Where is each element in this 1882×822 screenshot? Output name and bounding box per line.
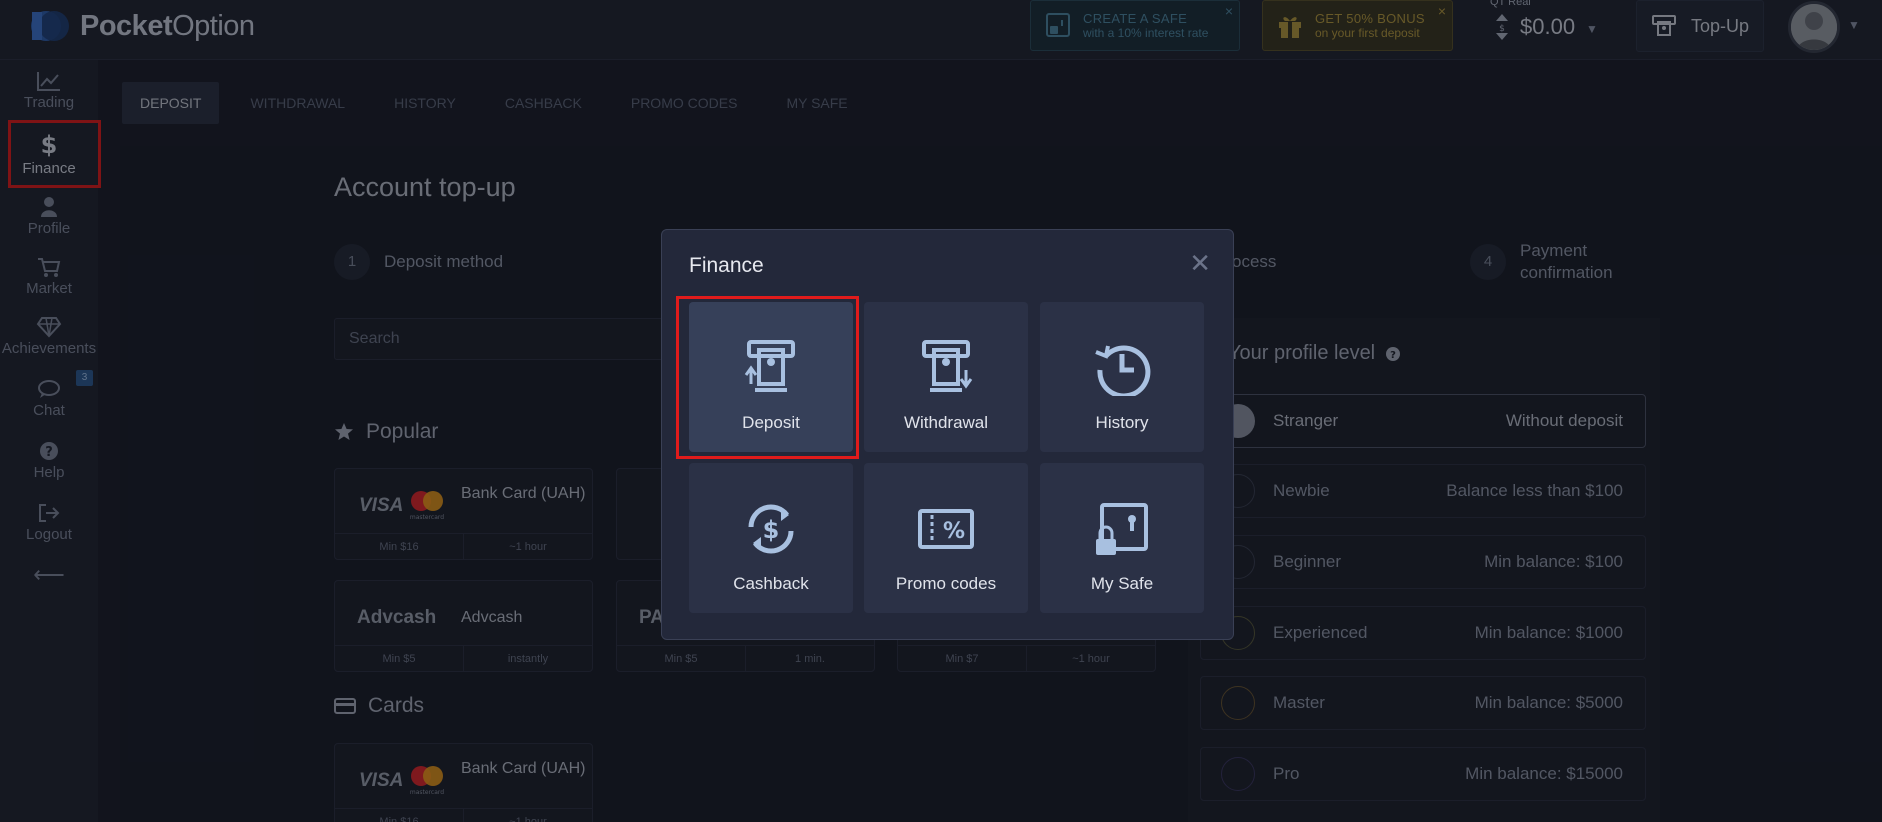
cashback-icon: $	[748, 504, 794, 554]
atm-withdrawal-icon	[922, 340, 973, 392]
svg-text:%: %	[943, 519, 965, 544]
svg-text:$: $	[763, 516, 780, 544]
tile-label: My Safe	[1090, 574, 1154, 593]
promo-code-icon: %	[918, 509, 974, 549]
tile-label: Promo codes	[895, 574, 997, 593]
deposit-highlight-box	[676, 296, 859, 459]
tile-history[interactable]: History	[1040, 302, 1204, 452]
history-icon	[1095, 345, 1151, 396]
tile-label: Cashback	[733, 574, 809, 593]
tile-label: Withdrawal	[903, 413, 989, 432]
tile-promo-codes[interactable]: % Promo codes	[864, 463, 1028, 613]
tile-withdrawal[interactable]: Withdrawal	[864, 302, 1028, 452]
tile-my-safe[interactable]: My Safe	[1040, 463, 1204, 613]
tile-label: History	[1095, 413, 1149, 432]
close-icon[interactable]: ✕	[1189, 250, 1211, 276]
safe-icon	[1096, 503, 1148, 555]
tile-cashback[interactable]: $ Cashback	[689, 463, 853, 613]
modal-title: Finance	[689, 254, 764, 277]
